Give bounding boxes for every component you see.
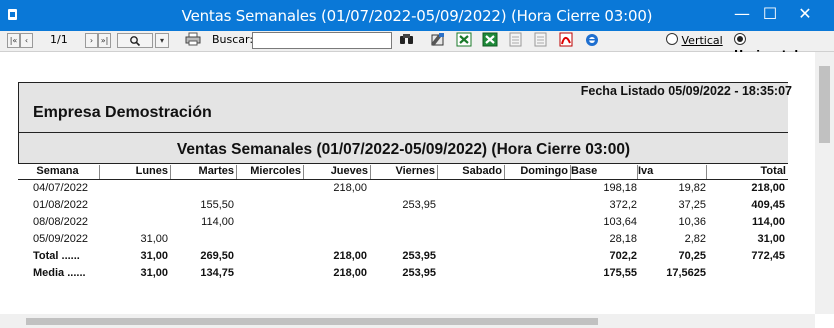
binoculars-icon[interactable] <box>398 32 415 48</box>
cell-lunes: 31,00 <box>140 267 168 279</box>
cell-base: 198,18 <box>603 182 637 194</box>
company-name: Empresa Demostración <box>33 104 212 121</box>
cell-lunes: 31,00 <box>140 250 168 262</box>
cell-iva: 37,25 <box>678 199 706 211</box>
vertical-scrollbar[interactable] <box>815 52 834 314</box>
cell-total: 409,45 <box>751 199 785 211</box>
cell-iva: 19,82 <box>678 182 706 194</box>
cell-semana: Media ...... <box>33 267 86 279</box>
search-input[interactable] <box>252 32 392 49</box>
cell-semana: 04/07/2022 <box>33 182 89 194</box>
cell-semana: 05/09/2022 <box>33 233 89 245</box>
col-base: Base <box>571 165 638 179</box>
cell-viernes: 253,95 <box>402 267 436 279</box>
cell-iva: 2,82 <box>684 233 706 245</box>
report-title: Ventas Semanales (01/07/2022-05/09/2022)… <box>18 133 788 164</box>
excel-icon[interactable] <box>481 32 498 48</box>
horizontal-scrollbar[interactable] <box>0 314 815 328</box>
col-miercoles: Miercoles <box>237 165 304 179</box>
cell-base: 103,64 <box>603 216 637 228</box>
cell-base: 28,18 <box>609 233 637 245</box>
col-jueves: Jueves <box>304 165 371 179</box>
cell-viernes: 253,95 <box>402 250 436 262</box>
document-icon[interactable] <box>532 32 549 48</box>
cell-lunes: 31,00 <box>140 233 168 245</box>
toolbar: |« ‹ 1/1 › »| ▾ Buscar: Vertical Horizon… <box>0 31 834 61</box>
pdf-icon[interactable] <box>557 32 574 48</box>
radio-vertical-circle[interactable] <box>666 33 678 45</box>
table-row: 05/09/2022 31,00 28,18 2,82 31,00 <box>18 231 788 248</box>
vertical-scroll-thumb[interactable] <box>819 66 830 143</box>
radio-vertical[interactable]: Vertical <box>666 33 730 48</box>
first-page-button[interactable]: |« <box>7 33 20 48</box>
table-row: 04/07/2022 218,00 198,18 19,82 218,00 <box>18 180 788 197</box>
page-indicator: 1/1 <box>50 33 68 46</box>
cell-martes: 155,50 <box>200 199 234 211</box>
last-page-button[interactable]: »| <box>98 33 111 48</box>
cell-semana: 08/08/2022 <box>33 216 89 228</box>
cell-total: 218,00 <box>751 182 785 194</box>
col-sabado: Sabado <box>438 165 505 179</box>
radio-horizontal[interactable]: Horizontal <box>734 33 814 61</box>
magnifier-icon <box>130 36 141 47</box>
document-icon[interactable] <box>507 32 524 48</box>
zoom-dropdown[interactable]: ▾ <box>155 33 169 48</box>
cell-total: 772,45 <box>751 250 785 262</box>
zoom-button[interactable] <box>117 33 153 48</box>
cell-martes: 269,50 <box>200 250 234 262</box>
column-headers: Semana Lunes Martes Miercoles Jueves Vie… <box>18 164 788 180</box>
cell-jueves: 218,00 <box>333 267 367 279</box>
table-row: 08/08/2022 114,00 103,64 10,36 114,00 <box>18 214 788 231</box>
col-domingo: Domingo <box>505 165 571 179</box>
cell-iva: 17,5625 <box>666 267 706 279</box>
col-total: Total <box>760 165 786 177</box>
prev-page-button[interactable]: ‹ <box>20 33 33 48</box>
col-semana: Semana <box>18 165 100 179</box>
title-bar: Ventas Semanales (01/07/2022-05/09/2022)… <box>0 0 834 31</box>
cell-martes: 134,75 <box>200 267 234 279</box>
fecha-listado: Fecha Listado 05/09/2022 - 18:35:07 <box>580 84 792 98</box>
next-page-button[interactable]: › <box>85 33 98 48</box>
close-button[interactable]: ✕ <box>782 0 828 31</box>
col-iva: Iva <box>638 165 707 179</box>
cell-iva: 70,25 <box>678 250 706 262</box>
media-row: Media ...... 31,00 134,75 218,00 253,95 175,5… <box>18 265 788 282</box>
cell-viernes: 253,95 <box>402 199 436 211</box>
cell-martes: 114,00 <box>201 216 234 228</box>
export-icon[interactable] <box>429 32 446 48</box>
cell-base: 372,2 <box>609 199 637 211</box>
cell-jueves: 218,00 <box>333 250 367 262</box>
col-lunes: Lunes <box>100 165 171 179</box>
report-header: Fecha Listado 05/09/2022 - 18:35:07 Empr… <box>18 82 792 133</box>
col-martes: Martes <box>171 165 237 179</box>
cell-total: 114,00 <box>751 216 785 228</box>
cell-base: 702,2 <box>609 250 637 262</box>
total-row: Total ...... 31,00 269,50 218,00 253,95 702,2… <box>18 248 788 265</box>
cell-jueves: 218,00 <box>333 182 367 194</box>
printer-icon[interactable] <box>184 32 201 48</box>
window-title: Ventas Semanales (01/07/2022-05/09/2022)… <box>181 7 653 25</box>
search-label: Buscar: <box>212 33 254 46</box>
excel-icon[interactable] <box>455 32 472 48</box>
report-page: Fecha Listado 05/09/2022 - 18:35:07 Empr… <box>18 82 792 282</box>
cell-total: 31,00 <box>757 233 785 245</box>
col-viernes: Viernes <box>371 165 438 179</box>
browser-icon[interactable] <box>583 32 600 48</box>
cell-semana: Total ...... <box>33 250 80 262</box>
cell-semana: 01/08/2022 <box>33 199 89 211</box>
radio-horizontal-circle[interactable] <box>734 33 746 45</box>
data-rows: 04/07/2022 218,00 198,18 19,82 218,00 01/08/2… <box>18 180 788 282</box>
horizontal-scroll-thumb[interactable] <box>26 318 598 325</box>
table-row: 01/08/2022 155,50 253,95 372,2 37,25 409,45 <box>18 197 788 214</box>
cell-iva: 10,36 <box>678 216 706 228</box>
cell-base: 175,55 <box>603 267 637 279</box>
radio-vertical-label: Vertical <box>681 34 723 47</box>
report-preview: Fecha Listado 05/09/2022 - 18:35:07 Empr… <box>0 52 815 314</box>
